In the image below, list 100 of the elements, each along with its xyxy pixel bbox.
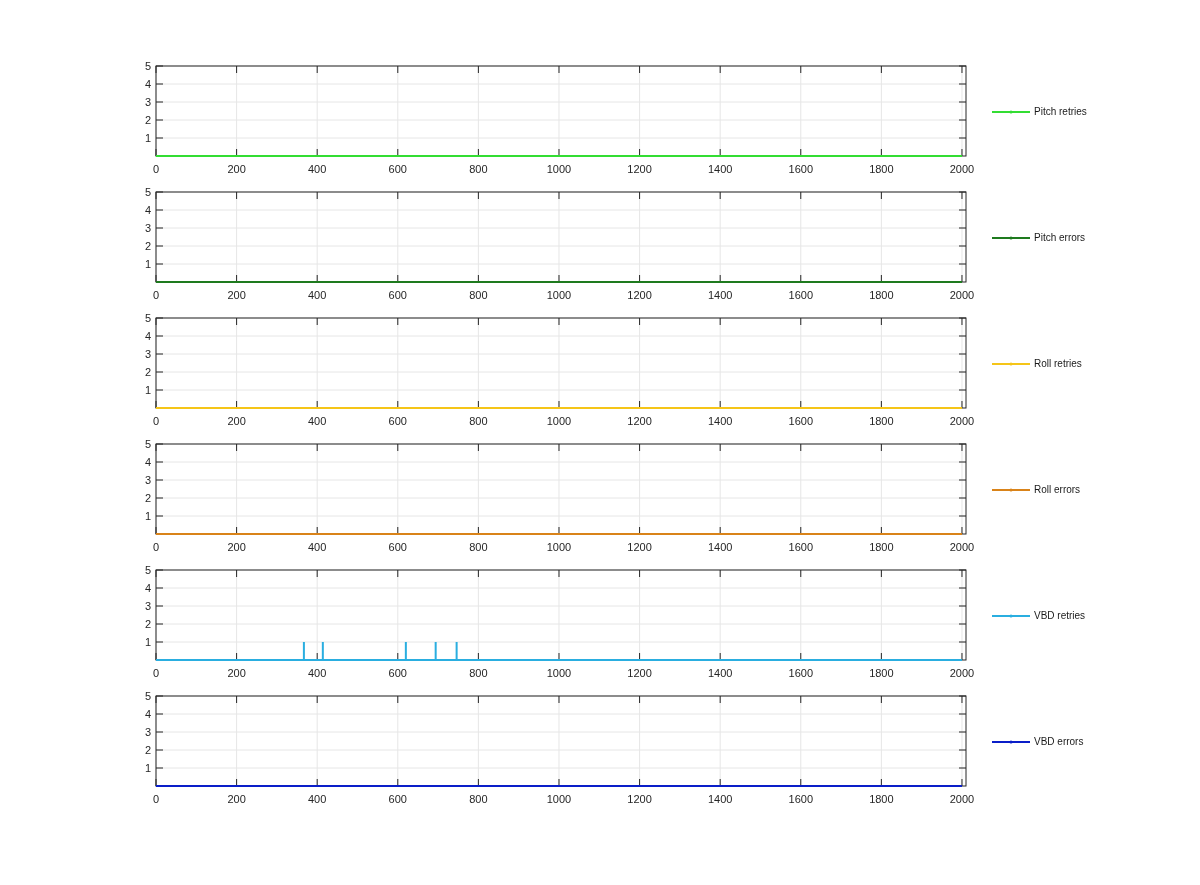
tick-label: 1600	[788, 289, 813, 301]
tick-label: 1	[144, 636, 151, 648]
tick-label: 1400	[707, 793, 733, 805]
tick-label: 0	[152, 163, 160, 175]
tick-label: 5	[144, 60, 151, 72]
tick-label: 2000	[949, 163, 975, 175]
tick-label: 2000	[949, 415, 975, 427]
tick-label: 1800	[869, 541, 894, 553]
tick-label: 0	[152, 667, 160, 679]
tick-label: 1200	[627, 163, 652, 175]
tick-label: 1600	[788, 163, 813, 175]
tick-label: 600	[388, 541, 407, 553]
tick-label: 5	[144, 186, 151, 198]
tick-label: 4	[144, 204, 151, 216]
tick-label: 200	[227, 289, 246, 301]
tick-label: 2000	[949, 667, 975, 679]
tick-label: 0	[152, 289, 160, 301]
tick-label: 4	[144, 456, 151, 468]
tick-label: 1400	[707, 667, 733, 679]
tick-label: 4	[144, 582, 151, 594]
tick-label: 3	[144, 600, 151, 612]
tick-label: 1	[144, 132, 151, 144]
tick-label: 1400	[707, 289, 733, 301]
tick-label: 600	[388, 793, 407, 805]
tick-label: 5	[144, 564, 151, 576]
tick-label: 3	[144, 726, 151, 738]
tick-label: 2	[144, 366, 151, 378]
tick-label: 2	[144, 744, 151, 756]
tick-label: 1600	[788, 667, 813, 679]
tick-label: 800	[469, 163, 488, 175]
tick-label: 1200	[627, 541, 652, 553]
tick-label: 2000	[949, 793, 975, 805]
tick-label: 4	[144, 78, 151, 90]
tick-label: 400	[308, 541, 327, 553]
tick-label: 800	[469, 289, 488, 301]
tick-label: 1400	[707, 163, 733, 175]
tick-label: 1200	[627, 289, 652, 301]
legend-label: Roll errors	[1034, 483, 1081, 497]
tick-label: 600	[388, 415, 407, 427]
tick-label: 1200	[627, 667, 652, 679]
tick-label: 5	[144, 312, 151, 324]
legend-label: Pitch retries	[1034, 105, 1087, 119]
tick-label: 1000	[546, 793, 572, 805]
tick-label: 200	[227, 541, 246, 553]
tick-label: 1200	[627, 415, 652, 427]
tick-label: 600	[388, 289, 407, 301]
tick-label: 3	[144, 96, 151, 108]
tick-label: 1000	[546, 667, 572, 679]
tick-label: 1	[144, 510, 151, 522]
tick-label: 2	[144, 114, 151, 126]
tick-label: 5	[144, 690, 151, 702]
tick-label: 1000	[546, 541, 572, 553]
tick-label: 1200	[627, 793, 652, 805]
tick-label: 800	[469, 541, 488, 553]
tick-label: 600	[388, 667, 407, 679]
tick-label: 2	[144, 618, 151, 630]
tick-label: 400	[308, 415, 327, 427]
tick-label: 1800	[869, 667, 894, 679]
tick-label: 1	[144, 384, 151, 396]
tick-label: 1	[144, 258, 151, 270]
tick-label: 4	[144, 708, 151, 720]
tick-label: 200	[227, 163, 246, 175]
tick-label: 0	[152, 541, 160, 553]
tick-label: 2000	[949, 541, 975, 553]
tick-label: 1000	[546, 163, 572, 175]
tick-label: 4	[144, 330, 151, 342]
tick-label: 1000	[546, 415, 572, 427]
legend-label: Roll retries	[1034, 357, 1082, 371]
tick-label: 600	[388, 163, 407, 175]
tick-label: 0	[152, 415, 160, 427]
tick-label: 400	[308, 667, 327, 679]
tick-label: 1600	[788, 415, 813, 427]
tick-label: 3	[144, 474, 151, 486]
tick-label: 1400	[707, 541, 733, 553]
tick-label: 1800	[869, 415, 894, 427]
tick-label: 2	[144, 240, 151, 252]
tick-label: 1600	[788, 793, 813, 805]
tick-label: 800	[469, 415, 488, 427]
tick-label: 800	[469, 793, 488, 805]
tick-label: 2	[144, 492, 151, 504]
tick-label: 0	[152, 793, 160, 805]
tick-label: 200	[227, 667, 246, 679]
tick-label: 1600	[788, 541, 813, 553]
legend-label: Pitch errors	[1034, 231, 1086, 245]
tick-label: 200	[227, 793, 246, 805]
tick-label: 400	[308, 163, 327, 175]
tick-label: 1000	[546, 289, 572, 301]
legend-label: VBD errors	[1034, 735, 1084, 749]
legend-label: VBD retries	[1034, 609, 1086, 623]
tick-label: 1	[144, 762, 151, 774]
tick-label: 200	[227, 415, 246, 427]
tick-label: 5	[144, 438, 151, 450]
tick-label: 400	[308, 289, 327, 301]
tick-label: 1800	[869, 289, 894, 301]
tick-label: 2000	[949, 289, 975, 301]
tick-label: 1400	[707, 415, 733, 427]
tick-label: 3	[144, 222, 151, 234]
tick-label: 1800	[869, 793, 894, 805]
tick-label: 800	[469, 667, 488, 679]
tick-label: 1800	[869, 163, 894, 175]
